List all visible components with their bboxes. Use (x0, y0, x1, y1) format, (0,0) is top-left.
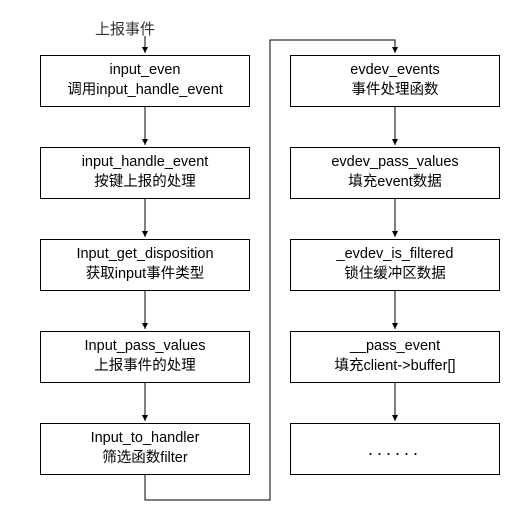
node-left-2-line2: 获取input事件类型 (45, 265, 245, 285)
node-right-1-line2: 填充event数据 (295, 173, 495, 193)
left-column: input_even 调用input_handle_event input_ha… (40, 55, 250, 475)
node-left-3-line2: 上报事件的处理 (45, 357, 245, 377)
node-right-3: __pass_event 填充client->buffer[] (290, 331, 500, 383)
node-right-0: evdev_events 事件处理函数 (290, 55, 500, 107)
node-left-4: Input_to_handler 筛选函数filter (40, 423, 250, 475)
node-right-0-line1: evdev_events (295, 61, 495, 81)
node-left-0-line2: 调用input_handle_event (45, 81, 245, 101)
node-left-4-line1: Input_to_handler (45, 429, 245, 449)
node-left-2-line1: Input_get_disposition (45, 245, 245, 265)
node-left-0-line1: input_even (45, 61, 245, 81)
node-left-1-line2: 按键上报的处理 (45, 173, 245, 193)
node-left-2: Input_get_disposition 获取input事件类型 (40, 239, 250, 291)
node-right-4: ...... (290, 423, 500, 475)
node-right-4-line1: ...... (295, 437, 495, 461)
node-left-3: Input_pass_values 上报事件的处理 (40, 331, 250, 383)
node-right-1: evdev_pass_values 填充event数据 (290, 147, 500, 199)
node-left-3-line1: Input_pass_values (45, 337, 245, 357)
node-right-2-line1: _evdev_is_filtered (295, 245, 495, 265)
node-right-3-line2: 填充client->buffer[] (295, 357, 495, 377)
node-right-2-line2: 锁住缓冲区数据 (295, 265, 495, 285)
node-left-1: input_handle_event 按键上报的处理 (40, 147, 250, 199)
node-left-1-line1: input_handle_event (45, 153, 245, 173)
node-right-3-line1: __pass_event (295, 337, 495, 357)
node-right-0-line2: 事件处理函数 (295, 81, 495, 101)
header-label: 上报事件 (95, 18, 155, 39)
node-right-2: _evdev_is_filtered 锁住缓冲区数据 (290, 239, 500, 291)
node-left-0: input_even 调用input_handle_event (40, 55, 250, 107)
right-column: evdev_events 事件处理函数 evdev_pass_values 填充… (290, 55, 500, 475)
node-right-1-line1: evdev_pass_values (295, 153, 495, 173)
node-left-4-line2: 筛选函数filter (45, 449, 245, 469)
